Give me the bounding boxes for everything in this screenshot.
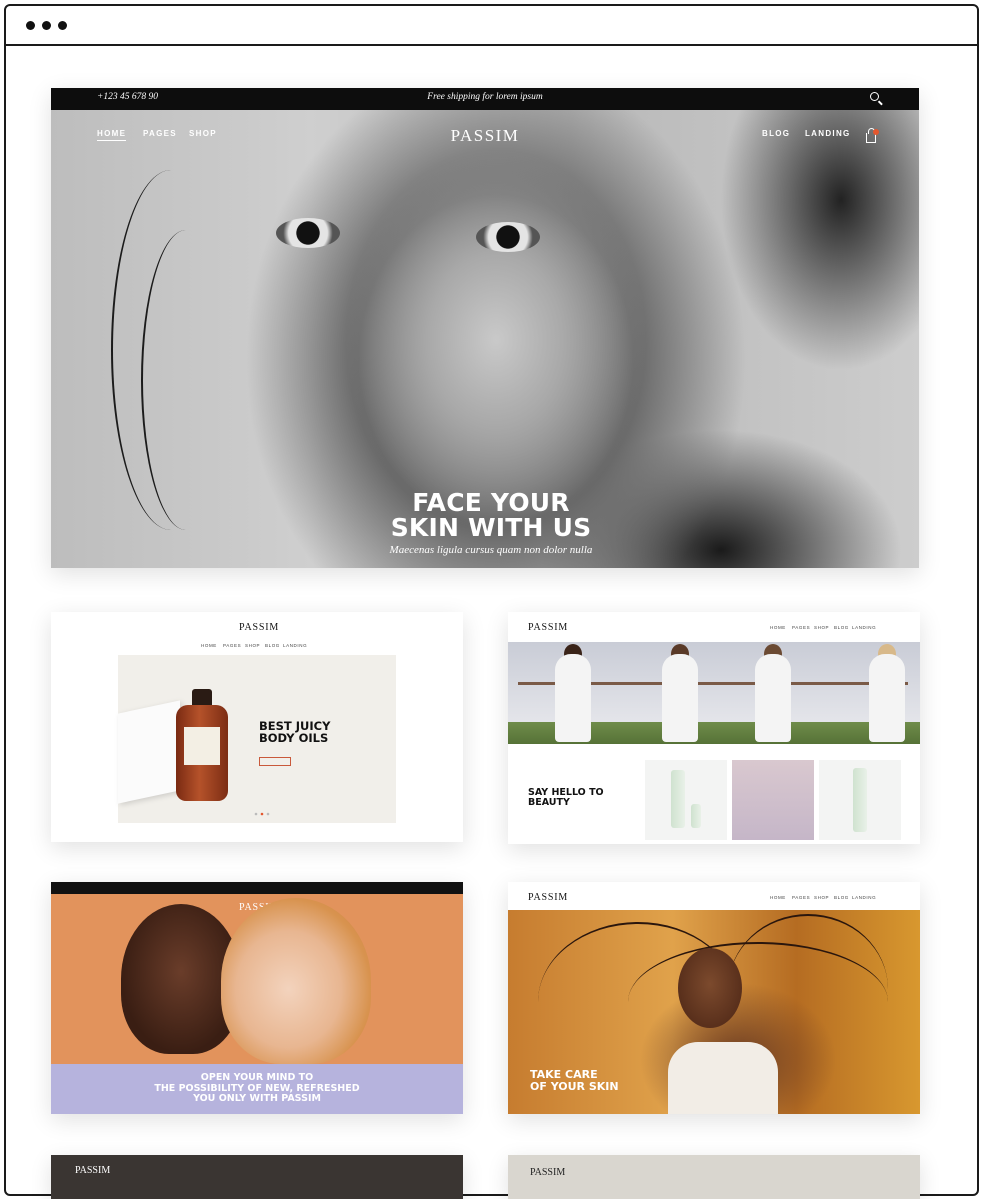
product-stage: BEST JUICY BODY OILS [118,655,396,823]
card-title: BEST JUICY BODY OILS [259,720,330,744]
person-figure [869,654,905,742]
mini-brand: PASSIM [75,1165,111,1176]
mini-brand: PASSIM [239,622,280,633]
product-tile [819,760,901,840]
person-figure [555,654,591,742]
hands-photo-tile [732,760,814,840]
bottle-label [184,727,220,765]
mini-brand: PASSIM [528,892,569,903]
person-figure [662,654,698,742]
demo-thumbnail-open-your-mind[interactable]: PASSIM OPEN YOUR MIND TO THE POSSIBILITY… [51,882,463,1114]
portrait-face [221,898,371,1064]
product-box [118,700,180,804]
demo-thumbnail-body-oils[interactable]: PASSIM HOME PAGES SHOP BLOG LANDING BEST… [51,612,463,842]
mini-nav-item: LANDING [852,895,877,900]
mini-nav-item: PAGES [792,895,811,900]
search-icon[interactable] [870,92,879,101]
slider-dots[interactable] [253,812,273,816]
mini-nav-item: SHOP [814,895,830,900]
mini-nav-item: PAGES [792,625,811,630]
mini-nav-item: LANDING [852,625,877,630]
card-title-line: OPEN YOUR MIND TO [200,1072,314,1083]
mini-nav-item: BLOG [265,643,280,648]
mini-nav-item: HOME [770,895,786,900]
portrait-eye [276,218,340,248]
cart-badge [873,129,879,135]
mini-brand: PASSIM [530,1167,566,1178]
demo-thumbnail-take-care[interactable]: PASSIM HOME PAGES SHOP BLOG LANDING TAKE… [508,882,920,1114]
product-tube [671,770,685,828]
hero-demo[interactable]: +123 45 678 90 Free shipping for lorem i… [51,88,919,568]
nav-blog[interactable]: BLOG [762,129,790,138]
card-title: SAY HELLO TO BEAUTY [528,788,604,808]
nav-landing[interactable]: LANDING [805,129,851,138]
product-tube [853,768,867,832]
hair-strand [141,230,231,530]
window-titlebar [6,6,977,46]
window-dot-icon[interactable] [42,21,51,30]
hero-title: FACE YOUR SKIN WITH US [351,490,631,540]
mini-nav-item: SHOP [814,625,830,630]
card-title-line: BODY OILS [259,731,329,745]
demo-thumbnail-5[interactable]: PASSIM [51,1155,463,1199]
hero-title-line: SKIN WITH US [390,513,592,542]
mini-nav-item: SHOP [245,643,261,648]
mini-nav-item: PAGES [223,643,242,648]
product-tube [691,804,701,828]
shipping-notice: Free shipping for lorem ipsum [427,92,543,102]
portrait-face [678,948,742,1028]
product-tile [645,760,727,840]
mini-nav-item: BLOG [834,895,849,900]
mini-brand: PASSIM [528,622,569,633]
card-title-line: BEAUTY [528,797,570,808]
mini-nav-item: LANDING [283,643,308,648]
card-title: TAKE CARE OF YOUR SKIN [530,1069,619,1093]
hero-subtitle: Maecenas ligula cursus quam non dolor nu… [389,544,593,556]
shop-button[interactable] [259,757,291,766]
mini-nav-item: HOME [201,643,217,648]
hero-title-line: FACE YOUR [412,488,570,517]
card-title-line: YOU ONLY WITH PASSIM [193,1093,321,1104]
top-bar: +123 45 678 90 Free shipping for lorem i… [51,88,919,110]
portrait-eye [476,222,540,252]
window-dot-icon[interactable] [26,21,35,30]
mini-top-bar [51,882,463,894]
demo-thumbnail-hello-beauty[interactable]: PASSIM HOME PAGES SHOP BLOG LANDING SAY … [508,612,920,844]
window-dot-icon[interactable] [58,21,67,30]
white-top [668,1042,778,1114]
card-title: OPEN YOUR MIND TO THE POSSIBILITY OF NEW… [51,1072,463,1105]
card-title-line: OF YOUR SKIN [530,1080,619,1093]
person-figure [755,654,791,742]
mini-nav-item: HOME [770,625,786,630]
demo-thumbnail-6[interactable]: PASSIM [508,1155,920,1199]
mini-nav-item: BLOG [834,625,849,630]
